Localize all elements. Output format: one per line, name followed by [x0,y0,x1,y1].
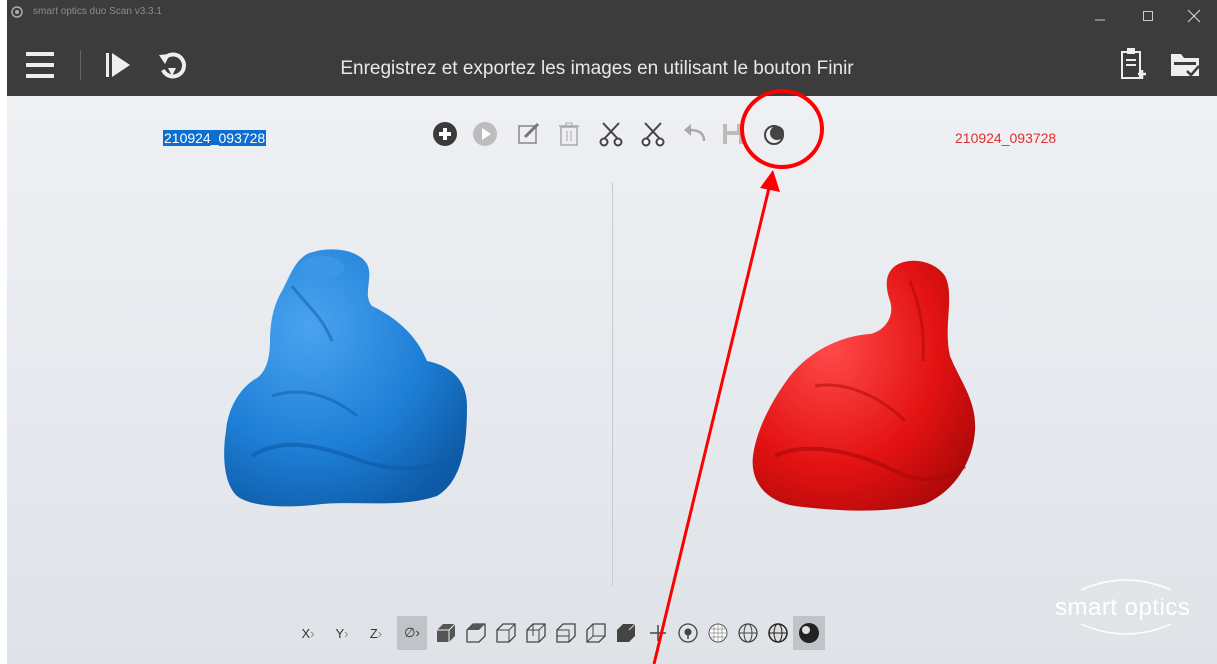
annotation-overlay [652,89,824,664]
annotation-arrow-line [652,187,771,664]
annotation-circle [740,89,824,169]
annotation-arrow-head [760,170,780,192]
app-window: smart optics duo Scan v3.3.1 Enregistrez… [7,0,1217,664]
